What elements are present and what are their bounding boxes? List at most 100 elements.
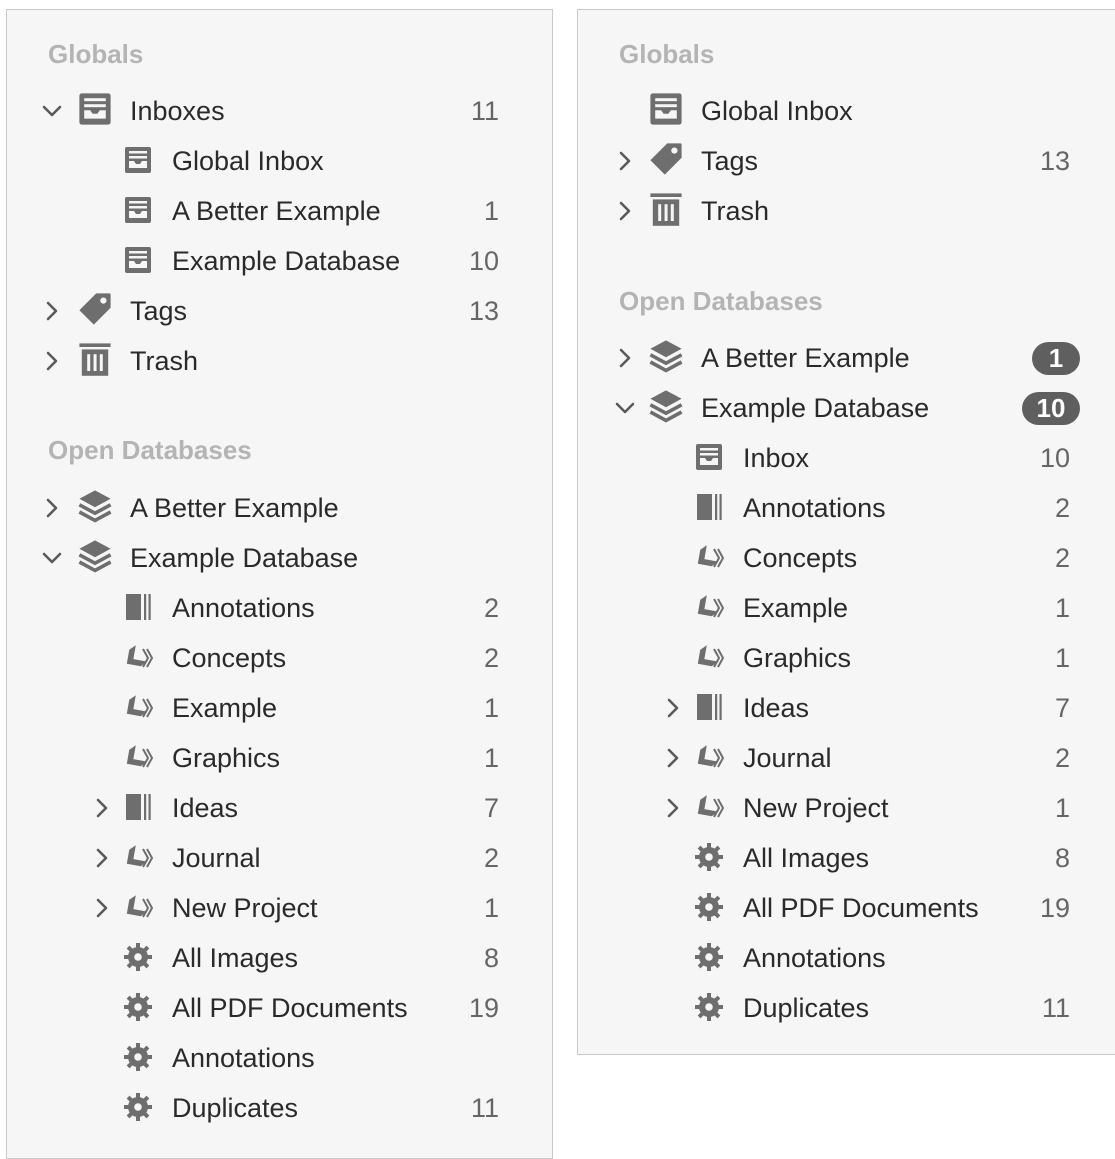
sidebar-item-label: Journal bbox=[172, 843, 261, 873]
sidebar-panel-right: Globals Global Inbox Tags 13 Trash Open D… bbox=[577, 9, 1115, 1055]
chevron-right-icon[interactable] bbox=[614, 200, 636, 222]
sidebar-item-label: A Better Example bbox=[130, 493, 339, 523]
sidebar-item-all-images[interactable]: All Images 8 bbox=[7, 933, 552, 983]
sidebar-item-label: All Images bbox=[743, 843, 870, 873]
sidebar-item-label: Concepts bbox=[172, 643, 287, 673]
sidebar-item-label: All PDF Documents bbox=[172, 993, 408, 1023]
sidebar-item-ideas[interactable]: Ideas 7 bbox=[7, 783, 552, 833]
sidebar-item-a-better-example[interactable]: A Better Example bbox=[7, 483, 552, 533]
item-count: 11 bbox=[470, 1093, 499, 1123]
group-icon bbox=[694, 492, 724, 527]
sidebar-item-all-pdf-documents[interactable]: All PDF Documents 19 bbox=[578, 883, 1115, 933]
sidebar-item-label: Annotations bbox=[172, 593, 315, 623]
sidebar-item-label: Duplicates bbox=[743, 993, 870, 1023]
chevron-right-icon[interactable] bbox=[662, 797, 684, 819]
sidebar-item-tags[interactable]: Tags 13 bbox=[578, 136, 1115, 186]
chevron-right-icon[interactable] bbox=[91, 797, 113, 819]
sidebar-item-annotations[interactable]: Annotations bbox=[578, 933, 1115, 983]
group-icon bbox=[694, 692, 724, 727]
smart-group-gear-icon bbox=[123, 1042, 153, 1077]
chevron-right-icon[interactable] bbox=[614, 347, 636, 369]
chevron-down-icon[interactable] bbox=[614, 397, 636, 419]
sidebar-item-journal[interactable]: Journal 2 bbox=[7, 833, 552, 883]
sidebar-item-label: New Project bbox=[743, 793, 889, 823]
sidebar-item-graphics[interactable]: Graphics 1 bbox=[7, 733, 552, 783]
sidebar-item-annotations[interactable]: Annotations 2 bbox=[578, 483, 1115, 533]
tags-group-icon bbox=[123, 742, 154, 777]
sidebar-item-label: Annotations bbox=[743, 493, 886, 523]
inbox-icon bbox=[77, 91, 113, 132]
sidebar-item-new-project[interactable]: New Project 1 bbox=[7, 883, 552, 933]
sidebar-item-global-inbox[interactable]: Global Inbox bbox=[7, 136, 552, 186]
sidebar-item-label: Example Database bbox=[130, 543, 359, 573]
tag-icon bbox=[77, 291, 113, 332]
sidebar-item-example-database[interactable]: Example Database 10 bbox=[7, 236, 552, 286]
sidebar-item-journal[interactable]: Journal 2 bbox=[578, 733, 1115, 783]
sidebar-item-example[interactable]: Example 1 bbox=[578, 583, 1115, 633]
trash-icon bbox=[648, 191, 684, 232]
sidebar-item-example-database[interactable]: Example Database 10 bbox=[578, 383, 1115, 433]
sidebar-item-label: Journal bbox=[743, 743, 832, 773]
item-count: 1 bbox=[483, 693, 499, 723]
sidebar-item-label: Graphics bbox=[743, 643, 852, 673]
sidebar-item-annotations[interactable]: Annotations bbox=[7, 1033, 552, 1083]
sidebar-item-example[interactable]: Example 1 bbox=[7, 683, 552, 733]
sidebar-item-all-pdf-documents[interactable]: All PDF Documents 19 bbox=[7, 983, 552, 1033]
chevron-down-icon[interactable] bbox=[41, 547, 63, 569]
section-header-open-databases: Open Databases bbox=[48, 435, 252, 465]
chevron-right-icon[interactable] bbox=[41, 497, 63, 519]
item-count: 19 bbox=[468, 993, 499, 1023]
item-count: 2 bbox=[1054, 543, 1070, 573]
inbox-icon bbox=[694, 442, 724, 477]
sidebar-item-label: Annotations bbox=[172, 1043, 315, 1073]
sidebar-item-concepts[interactable]: Concepts 2 bbox=[7, 633, 552, 683]
group-icon bbox=[123, 592, 153, 627]
sidebar-item-a-better-example[interactable]: A Better Example 1 bbox=[7, 186, 552, 236]
sidebar-item-global-inbox[interactable]: Global Inbox bbox=[578, 86, 1115, 136]
sidebar-item-example-database[interactable]: Example Database bbox=[7, 533, 552, 583]
item-count: 1 bbox=[483, 893, 499, 923]
smart-group-gear-icon bbox=[694, 842, 724, 877]
chevron-right-icon[interactable] bbox=[662, 697, 684, 719]
item-count: 13 bbox=[1039, 146, 1070, 176]
chevron-right-icon[interactable] bbox=[614, 150, 636, 172]
sidebar-item-inbox[interactable]: Inbox 10 bbox=[578, 433, 1115, 483]
sidebar-item-new-project[interactable]: New Project 1 bbox=[578, 783, 1115, 833]
chevron-right-icon[interactable] bbox=[91, 847, 113, 869]
sidebar-item-trash[interactable]: Trash bbox=[578, 186, 1115, 236]
sidebar-item-inboxes[interactable]: Inboxes 11 bbox=[7, 86, 552, 136]
chevron-right-icon[interactable] bbox=[41, 350, 63, 372]
chevron-right-icon[interactable] bbox=[91, 897, 113, 919]
sidebar-item-all-images[interactable]: All Images 8 bbox=[578, 833, 1115, 883]
unread-count-badge: 1 bbox=[1032, 342, 1080, 375]
sidebar-item-duplicates[interactable]: Duplicates 11 bbox=[7, 1083, 552, 1133]
item-count: 1 bbox=[1054, 593, 1070, 623]
database-icon bbox=[648, 388, 684, 429]
database-icon bbox=[77, 538, 113, 579]
sidebar-item-a-better-example[interactable]: A Better Example 1 bbox=[578, 333, 1115, 383]
item-count: 2 bbox=[483, 593, 499, 623]
tags-group-icon bbox=[123, 692, 154, 727]
tags-group-icon bbox=[694, 542, 725, 577]
item-count: 10 bbox=[1039, 443, 1070, 473]
sidebar-item-annotations[interactable]: Annotations 2 bbox=[7, 583, 552, 633]
item-count: 11 bbox=[1041, 993, 1070, 1023]
sidebar-item-graphics[interactable]: Graphics 1 bbox=[578, 633, 1115, 683]
sidebar-item-label: Example bbox=[172, 693, 278, 723]
sidebar-item-duplicates[interactable]: Duplicates 11 bbox=[578, 983, 1115, 1033]
sidebar-item-concepts[interactable]: Concepts 2 bbox=[578, 533, 1115, 583]
chevron-right-icon[interactable] bbox=[41, 300, 63, 322]
section-header-open-databases: Open Databases bbox=[619, 286, 823, 316]
chevron-down-icon[interactable] bbox=[41, 100, 63, 122]
item-count: 10 bbox=[468, 246, 499, 276]
sidebar-item-tags[interactable]: Tags 13 bbox=[7, 286, 552, 336]
smart-group-gear-icon bbox=[694, 942, 724, 977]
tag-icon bbox=[648, 141, 684, 182]
sidebar-item-label: Trash bbox=[701, 196, 770, 226]
section-header-globals: Globals bbox=[48, 39, 144, 69]
sidebar-item-ideas[interactable]: Ideas 7 bbox=[578, 683, 1115, 733]
chevron-right-icon[interactable] bbox=[662, 747, 684, 769]
sidebar-item-label: Ideas bbox=[743, 693, 810, 723]
smart-group-gear-icon bbox=[694, 892, 724, 927]
sidebar-item-trash[interactable]: Trash bbox=[7, 336, 552, 386]
